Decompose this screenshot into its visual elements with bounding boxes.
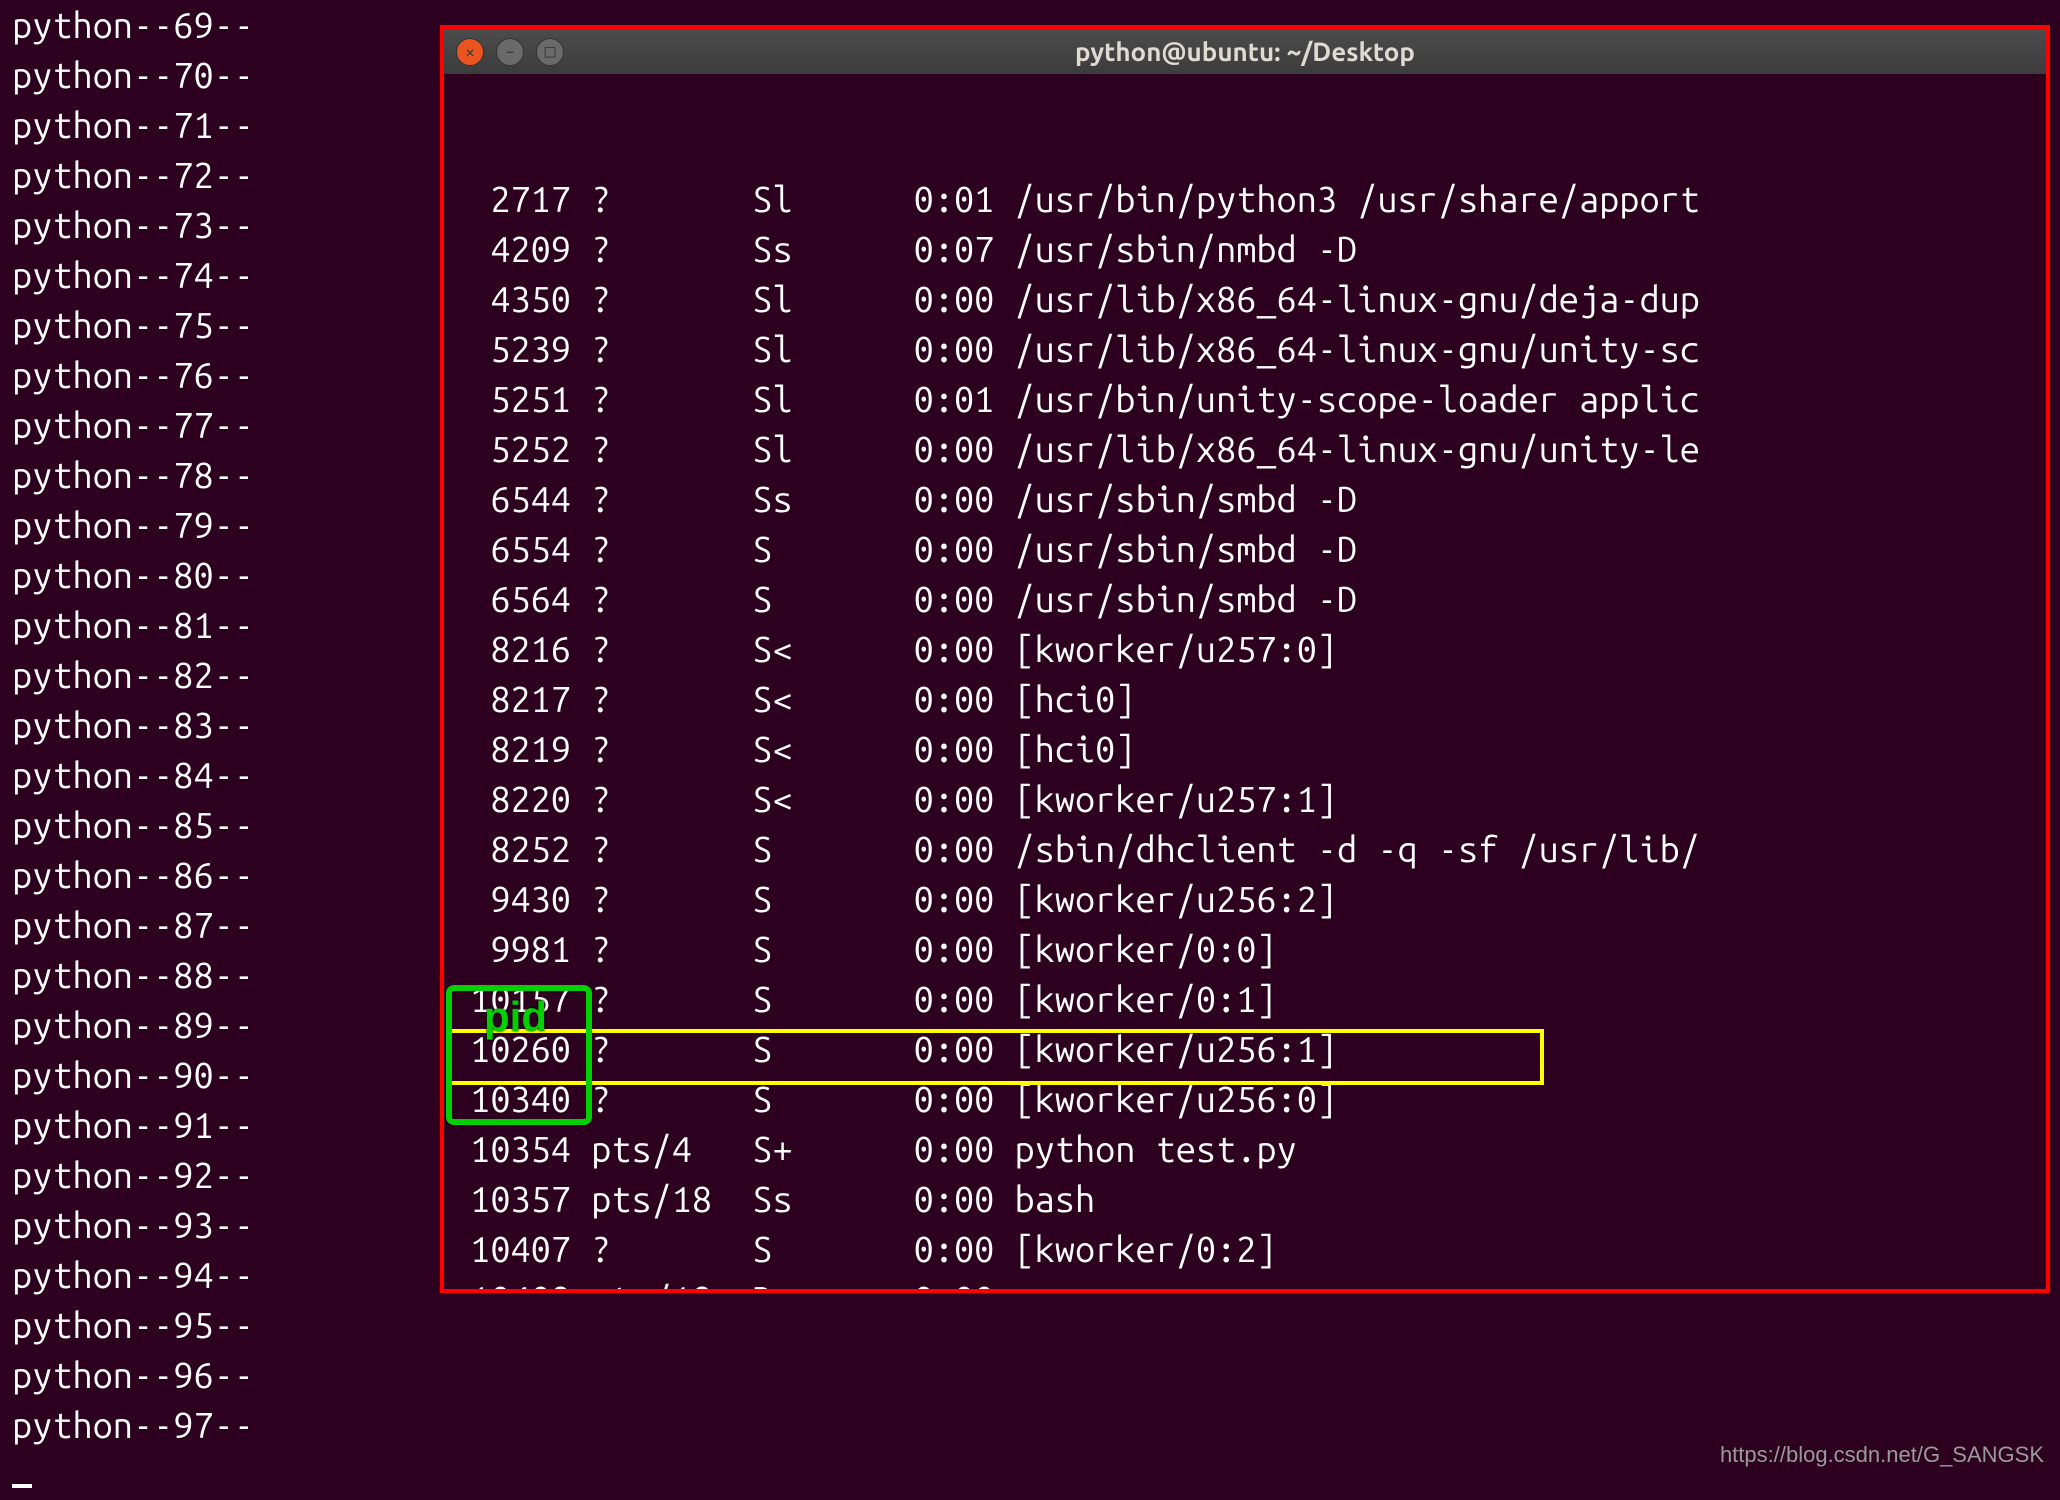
ps-row: 5251 ? Sl 0:01 /usr/bin/unity-scope-load… bbox=[450, 374, 2040, 424]
background-line: python--87-- bbox=[12, 900, 254, 950]
ps-row: 9981 ? S 0:00 [kworker/0:0] bbox=[450, 924, 2040, 974]
ps-row: 8220 ? S< 0:00 [kworker/u257:1] bbox=[450, 774, 2040, 824]
background-line: python--88-- bbox=[12, 950, 254, 1000]
background-line: python--76-- bbox=[12, 350, 254, 400]
background-line: python--75-- bbox=[12, 300, 254, 350]
ps-row: 5252 ? Sl 0:00 /usr/lib/x86_64-linux-gnu… bbox=[450, 424, 2040, 474]
background-line: python--85-- bbox=[12, 800, 254, 850]
pid-label: pid bbox=[484, 992, 547, 1042]
background-line: python--96-- bbox=[12, 1350, 254, 1400]
ps-row: 10260 ? S 0:00 [kworker/u256:1] bbox=[450, 1024, 2040, 1074]
ps-row: 8216 ? S< 0:00 [kworker/u257:0] bbox=[450, 624, 2040, 674]
background-terminal[interactable]: python--69--python--70--python--71--pyth… bbox=[0, 0, 266, 1500]
background-line: python--97-- bbox=[12, 1400, 254, 1450]
ps-row: 10157 ? S 0:00 [kworker/0:1] bbox=[450, 974, 2040, 1024]
ps-row: 4350 ? Sl 0:00 /usr/lib/x86_64-linux-gnu… bbox=[450, 274, 2040, 324]
ps-row: 8252 ? S 0:00 /sbin/dhclient -d -q -sf /… bbox=[450, 824, 2040, 874]
background-line: python--94-- bbox=[12, 1250, 254, 1300]
ps-row: 10357 pts/18 Ss 0:00 bash bbox=[450, 1174, 2040, 1224]
ps-row: 10340 ? S 0:00 [kworker/u256:0] bbox=[450, 1074, 2040, 1124]
watermark: https://blog.csdn.net/G_SANGSK bbox=[1720, 1442, 2044, 1468]
background-line: python--84-- bbox=[12, 750, 254, 800]
background-line: python--78-- bbox=[12, 450, 254, 500]
close-icon[interactable]: × bbox=[456, 38, 484, 66]
background-line: python--93-- bbox=[12, 1200, 254, 1250]
minimize-icon[interactable]: – bbox=[496, 38, 524, 66]
ps-row: 8219 ? S< 0:00 [hci0] bbox=[450, 724, 2040, 774]
ps-row: 6544 ? Ss 0:00 /usr/sbin/smbd -D bbox=[450, 474, 2040, 524]
background-line: python--81-- bbox=[12, 600, 254, 650]
terminal-window: × – □ python@ubuntu: ~/Desktop 2717 ? Sl… bbox=[440, 25, 2050, 1293]
window-titlebar[interactable]: × – □ python@ubuntu: ~/Desktop bbox=[444, 29, 2046, 74]
background-line: python--89-- bbox=[12, 1000, 254, 1050]
ps-row: 9430 ? S 0:00 [kworker/u256:2] bbox=[450, 874, 2040, 924]
window-title: python@ubuntu: ~/Desktop bbox=[444, 37, 2046, 66]
background-line: python--77-- bbox=[12, 400, 254, 450]
maximize-icon[interactable]: □ bbox=[536, 38, 564, 66]
ps-row: 10409 pts/18 R+ 0:00 ps -ax bbox=[450, 1274, 2040, 1293]
ps-row: 6564 ? S 0:00 /usr/sbin/smbd -D bbox=[450, 574, 2040, 624]
ps-row: 10354 pts/4 S+ 0:00 python test.py bbox=[450, 1124, 2040, 1174]
ps-row: 5239 ? Sl 0:00 /usr/lib/x86_64-linux-gnu… bbox=[450, 324, 2040, 374]
background-line: python--69-- bbox=[12, 0, 254, 50]
background-line: python--86-- bbox=[12, 850, 254, 900]
background-line: python--95-- bbox=[12, 1300, 254, 1350]
background-line: python--90-- bbox=[12, 1050, 254, 1100]
background-line: python--80-- bbox=[12, 550, 254, 600]
background-line: python--70-- bbox=[12, 50, 254, 100]
ps-row: 8217 ? S< 0:00 [hci0] bbox=[450, 674, 2040, 724]
background-line: python--91-- bbox=[12, 1100, 254, 1150]
terminal-body[interactable]: 2717 ? Sl 0:01 /usr/bin/python3 /usr/sha… bbox=[444, 74, 2046, 1293]
ps-row: 10407 ? S 0:00 [kworker/0:2] bbox=[450, 1224, 2040, 1274]
background-line: python--72-- bbox=[12, 150, 254, 200]
background-line: python--73-- bbox=[12, 200, 254, 250]
background-line: python--92-- bbox=[12, 1150, 254, 1200]
ps-row: 2717 ? Sl 0:01 /usr/bin/python3 /usr/sha… bbox=[450, 174, 2040, 224]
background-line: python--83-- bbox=[12, 700, 254, 750]
background-cursor bbox=[12, 1484, 32, 1488]
background-line: python--74-- bbox=[12, 250, 254, 300]
ps-row: 4209 ? Ss 0:07 /usr/sbin/nmbd -D bbox=[450, 224, 2040, 274]
background-line: python--82-- bbox=[12, 650, 254, 700]
ps-row: 6554 ? S 0:00 /usr/sbin/smbd -D bbox=[450, 524, 2040, 574]
background-line: python--79-- bbox=[12, 500, 254, 550]
background-line: python--71-- bbox=[12, 100, 254, 150]
